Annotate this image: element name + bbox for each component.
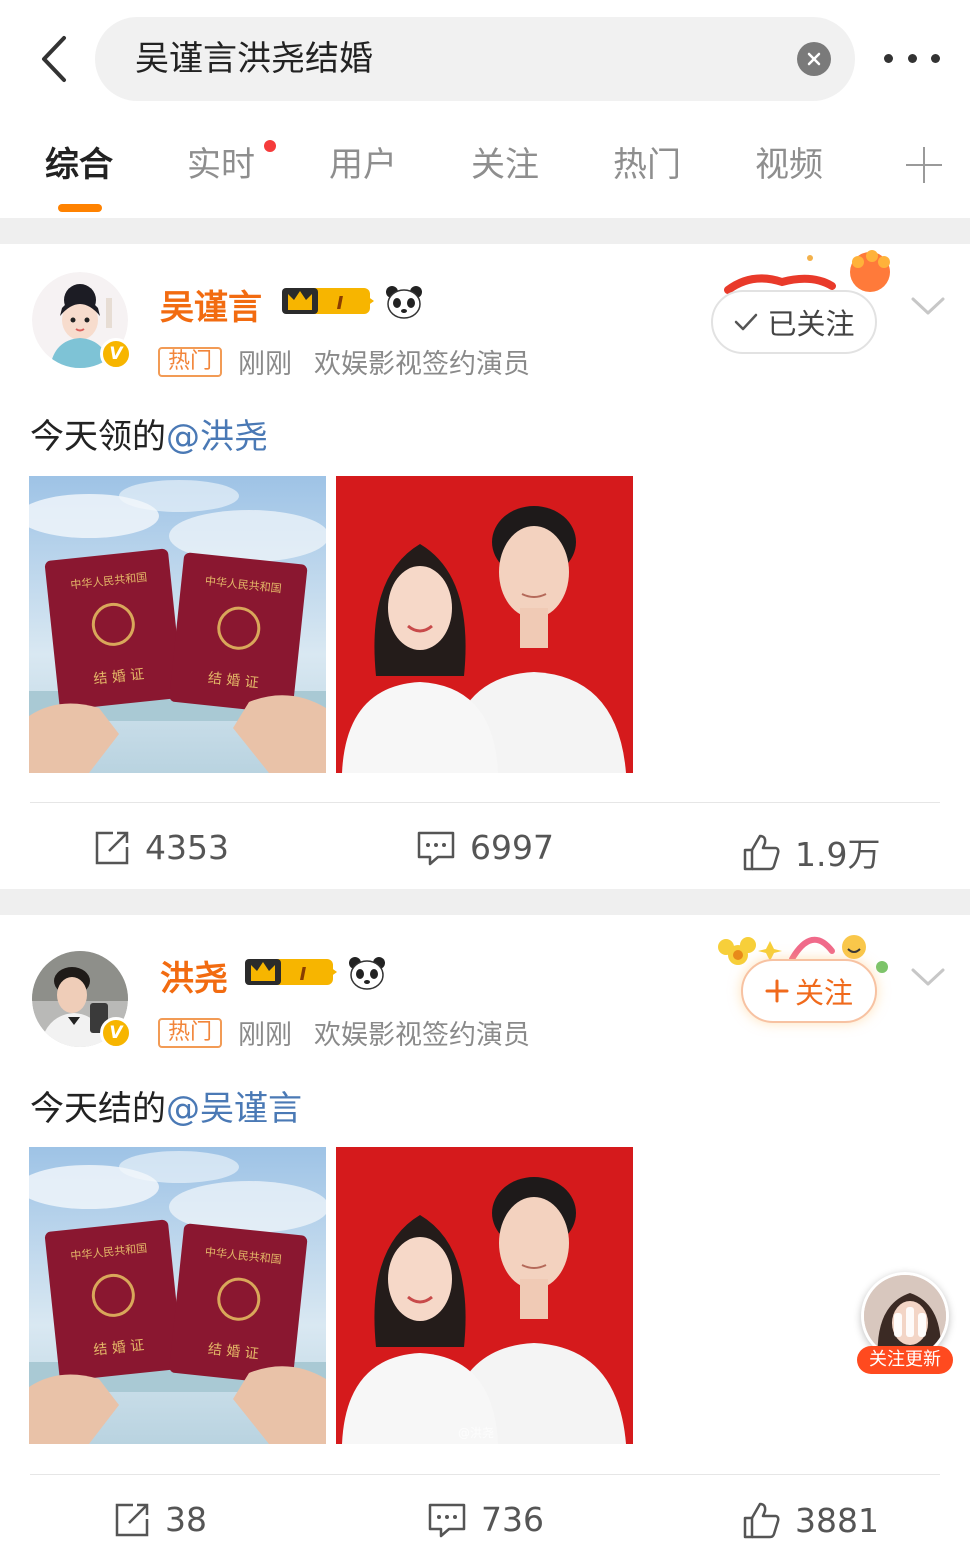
section-separator — [0, 889, 970, 915]
post-image[interactable]: 中华人民共和国 结 婚 证 中华人民共和国 结 婚 证 — [29, 476, 326, 773]
marriage-certificate-photo: 中华人民共和国 结 婚 证 中华人民共和国 结 婚 证 — [29, 476, 326, 773]
checkmark-icon — [735, 313, 758, 331]
post-text: 今天结的@吴谨言 — [30, 1081, 302, 1130]
divider — [30, 1474, 940, 1475]
vip-member-badge-icon[interactable]: I — [243, 955, 339, 989]
more-dot-icon — [931, 53, 940, 63]
repost-count: 38 — [165, 1500, 207, 1539]
comment-icon — [417, 831, 455, 865]
vip-member-badge-icon[interactable]: I — [280, 284, 376, 318]
marriage-certificate-photo: 中华人民共和国 结 婚 证 中华人民共和国 结 婚 证 — [29, 1147, 326, 1444]
thumbs-up-icon — [743, 1502, 780, 1539]
follow-label: 关注 — [794, 976, 853, 1010]
chevron-down-icon[interactable] — [910, 965, 946, 989]
more-dot-icon — [907, 53, 917, 63]
clear-search-button[interactable] — [797, 42, 831, 76]
plus-icon — [765, 979, 789, 1003]
like-button[interactable]: 1.9万 — [741, 828, 880, 876]
svg-text:I: I — [337, 293, 344, 314]
chevron-down-icon[interactable] — [910, 294, 946, 318]
post-card[interactable]: V 吴谨言 I 热门 刚刚 欢娱影视签约演员 已关注 今天领的@洪尧 中华人民共… — [0, 244, 970, 889]
post-body: 今天领的 — [30, 417, 166, 457]
comment-count: 736 — [481, 1500, 544, 1539]
divider — [30, 802, 940, 803]
post-text: 今天领的@洪尧 — [30, 409, 268, 458]
followed-button[interactable]: 已关注 — [711, 290, 877, 354]
follow-updates-label: 关注更新 — [857, 1346, 953, 1374]
more-options-button[interactable] — [880, 34, 944, 82]
like-count: 1.9万 — [795, 835, 881, 874]
post-time: 刚刚 — [238, 349, 293, 380]
close-icon — [807, 52, 821, 66]
post-meta: 热门 刚刚 欢娱影视签约演员 — [158, 342, 530, 381]
repost-button[interactable]: 4353 — [93, 828, 229, 867]
repost-icon — [95, 831, 129, 864]
hot-tag: 热门 — [158, 1017, 223, 1048]
follow-label: 已关注 — [767, 307, 855, 341]
top-bar: 吴谨言洪尧结婚 — [0, 0, 970, 118]
verified-badge-icon: V — [100, 338, 132, 370]
tab-bar: 综合 实时 用户 关注 热门 视频 — [0, 130, 970, 216]
post-card[interactable]: V 洪尧 I 热门 刚刚 欢娱影视签约演员 关注 今天结的@吴谨言 中华人民共和… — [0, 915, 970, 1566]
mention-link[interactable]: @吴谨言 — [166, 1089, 302, 1129]
user-source: 欢娱影视签约演员 — [314, 349, 531, 380]
tab-users[interactable]: 用户 — [329, 130, 397, 200]
thumbs-up-icon — [743, 834, 780, 871]
username[interactable]: 吴谨言 — [160, 280, 262, 329]
search-input[interactable]: 吴谨言洪尧结婚 — [95, 17, 855, 101]
active-tab-indicator — [58, 204, 102, 212]
couple-portrait-photo: @洪尧 — [336, 1147, 633, 1444]
repost-icon — [115, 1503, 149, 1536]
post-image[interactable] — [336, 476, 633, 773]
like-count: 3881 — [795, 1500, 879, 1540]
back-button[interactable] — [26, 28, 82, 90]
repost-count: 4353 — [145, 828, 229, 867]
comment-button[interactable]: 6997 — [416, 828, 554, 867]
user-source: 欢娱影视签约演员 — [314, 1020, 531, 1051]
comment-button[interactable]: 736 — [427, 1500, 544, 1539]
couple-portrait-photo — [336, 476, 633, 773]
tab-video[interactable]: 视频 — [755, 130, 823, 200]
post-meta: 热门 刚刚 欢娱影视签约演员 — [158, 1013, 530, 1052]
post-image[interactable]: @洪尧 — [336, 1147, 633, 1444]
repost-button[interactable]: 38 — [113, 1500, 207, 1539]
svg-text:@洪尧: @洪尧 — [458, 1426, 494, 1440]
comment-icon — [428, 1503, 466, 1537]
post-image[interactable]: 中华人民共和国 结 婚 证 中华人民共和国 结 婚 证 — [29, 1147, 326, 1444]
verified-badge-icon: V — [100, 1017, 132, 1049]
post-time: 刚刚 — [238, 1020, 293, 1051]
tab-comprehensive[interactable]: 综合 — [45, 130, 113, 200]
back-arrow-icon — [42, 36, 66, 82]
comment-count: 6997 — [470, 828, 554, 867]
post-body: 今天结的 — [30, 1089, 166, 1129]
like-button[interactable]: 3881 — [741, 1500, 879, 1540]
add-tab-button[interactable] — [906, 147, 942, 183]
more-dot-icon — [884, 53, 893, 63]
new-content-dot — [264, 140, 276, 152]
follow-updates-widget[interactable]: 关注更新 — [855, 1272, 955, 1382]
panda-icon — [349, 957, 385, 990]
avatar[interactable]: V — [32, 272, 132, 370]
svg-text:I: I — [300, 964, 307, 985]
username[interactable]: 洪尧 — [160, 951, 228, 1000]
follow-button[interactable]: 关注 — [741, 959, 877, 1023]
tab-realtime[interactable]: 实时 — [187, 130, 255, 200]
search-query: 吴谨言洪尧结婚 — [135, 39, 373, 79]
mention-link[interactable]: @洪尧 — [166, 417, 268, 457]
panda-icon — [386, 286, 422, 319]
avatar[interactable]: V — [32, 951, 132, 1049]
tab-hot[interactable]: 热门 — [613, 130, 681, 200]
hot-tag: 热门 — [158, 346, 223, 377]
section-separator — [0, 218, 970, 244]
tab-following[interactable]: 关注 — [471, 130, 539, 200]
